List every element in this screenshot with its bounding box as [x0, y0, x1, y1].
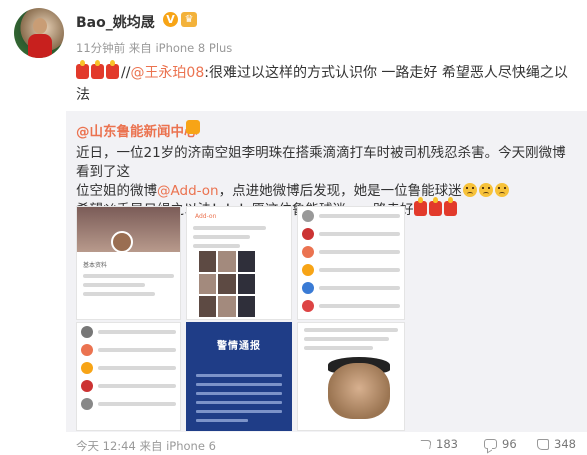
- list-item: [77, 377, 180, 395]
- sad-emoji-icon: [462, 183, 477, 197]
- candle-emoji-icon: [106, 60, 119, 79]
- like-button[interactable]: 348: [537, 437, 576, 451]
- comment-button[interactable]: 96: [484, 437, 517, 451]
- portrait-face: [328, 363, 390, 419]
- image-thumb-4[interactable]: [76, 322, 181, 431]
- like-count: 348: [554, 437, 576, 451]
- repost-author-link[interactable]: @山东鲁能新闻中心: [76, 120, 198, 140]
- list-item: [77, 395, 180, 413]
- list-item: [298, 261, 404, 279]
- notice-title: 警情通报: [217, 341, 261, 352]
- candle-emoji-icon: [76, 60, 89, 79]
- image-thumb-3[interactable]: [297, 206, 405, 320]
- notice-text-lines: [196, 374, 282, 428]
- profile-avatar: [111, 231, 133, 253]
- post-text: //@王永珀08:很难过以这样的方式认识你 一路走好 希望恶人尽快绳之以 法: [76, 60, 574, 106]
- share-button[interactable]: 183: [419, 437, 458, 451]
- candle-emoji-icon: [428, 197, 442, 216]
- repost-line2a: 位空姐的微博: [76, 183, 157, 199]
- avatar-shirt: [28, 34, 52, 58]
- post-text-line2: 法: [76, 87, 90, 103]
- list-item: [298, 225, 404, 243]
- post-text-line1: :很难过以这样的方式认识你 一路走好 希望恶人尽快绳之以: [204, 65, 568, 81]
- vip-tag-icon: [186, 120, 200, 134]
- repost-line1: 近日，一位21岁的济南空姐李明珠在搭乘滴滴打车时被司机残忍杀害。今天刚微博看到了…: [76, 145, 566, 180]
- candle-emoji-icon: [413, 197, 427, 216]
- list-item: [298, 297, 404, 315]
- list-item: [298, 207, 404, 225]
- list-item: [298, 279, 404, 297]
- sad-emoji-icon: [478, 183, 493, 197]
- user-name[interactable]: Bao_姚均晟: [76, 12, 155, 32]
- image-thumb-6[interactable]: [297, 322, 405, 431]
- post-meta: 11分钟前 来自 iPhone 8 Plus: [76, 41, 233, 55]
- photo-grid: [199, 251, 255, 317]
- thumb-profile-name: Add-on: [195, 213, 217, 220]
- share-count: 183: [436, 437, 458, 451]
- thumb-text-lines: [298, 328, 404, 350]
- thumb-label: 基本资料: [83, 262, 108, 269]
- comment-icon: [484, 439, 497, 449]
- thumb-lines: [77, 274, 180, 296]
- sad-emoji-icon: [494, 183, 509, 197]
- repost-mention-link[interactable]: @Add-on: [157, 183, 219, 199]
- verified-badge-icon: V: [163, 12, 178, 27]
- mention-link[interactable]: @王永珀08: [130, 65, 204, 81]
- avatar[interactable]: [14, 8, 64, 58]
- thumbs-up-icon: [537, 438, 549, 450]
- candle-emoji-icon: [91, 60, 104, 79]
- repost-meta: 今天 12:44 来自 iPhone 6: [76, 439, 216, 453]
- comment-count: 96: [502, 437, 517, 451]
- repost-line2b: ，点进她微博后发现，她是一位鲁能球迷: [218, 183, 462, 199]
- list-item: [77, 341, 180, 359]
- list-item: [77, 323, 180, 341]
- thumb-text-lines: [187, 221, 291, 253]
- image-thumb-1[interactable]: 基本资料: [76, 206, 181, 320]
- member-crown-icon: ♛: [181, 12, 197, 27]
- list-item: [298, 243, 404, 261]
- candle-emoji-icon: [443, 197, 457, 216]
- share-icon: [419, 439, 432, 449]
- image-thumb-2[interactable]: Add-on: [186, 206, 292, 320]
- weibo-post: Bao_姚均晟 V ♛ 11分钟前 来自 iPhone 8 Plus //@王永…: [0, 0, 587, 455]
- image-thumb-5[interactable]: 警情通报: [186, 322, 292, 431]
- avatar-head: [33, 18, 47, 34]
- list-item: [77, 359, 180, 377]
